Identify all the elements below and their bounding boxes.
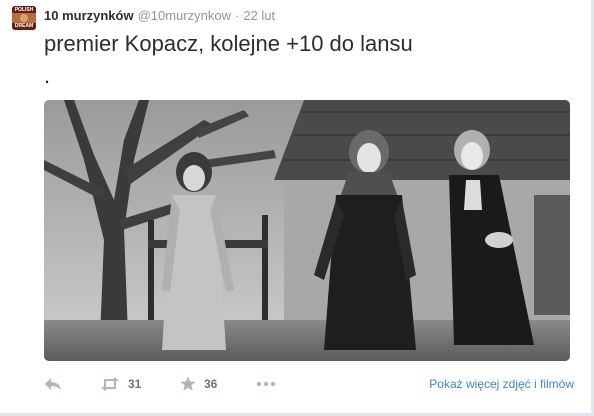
photo-image	[44, 100, 570, 361]
retweet-icon	[101, 377, 119, 391]
reply-button[interactable]	[44, 372, 62, 396]
show-more-media-link[interactable]: Pokaż więcej zdjęć i filmów	[429, 372, 574, 396]
tweet-text-line2: .	[44, 63, 51, 88]
avatar-text-top: POLISH	[14, 7, 34, 13]
favorite-button[interactable]: 36	[180, 372, 217, 396]
tweet-header: 10 murzynków @10murzynkow · 22 lut	[44, 6, 275, 24]
more-dots-icon	[256, 381, 276, 387]
tweet-photo[interactable]	[44, 100, 570, 361]
user-fullname[interactable]: 10 murzynków	[44, 8, 134, 23]
retweet-button[interactable]: 31	[100, 372, 141, 396]
avatar[interactable]: POLISH DREAM	[12, 6, 36, 30]
tweet-actions: 31 36 Pokaż więcej zdjęć i filmów	[44, 372, 574, 396]
reply-icon	[45, 378, 61, 390]
tweet-text: premier Kopacz, kolejne +10 do lansu	[44, 31, 413, 56]
tweet-timestamp[interactable]: 22 lut	[243, 8, 275, 23]
avatar-text-bottom: DREAM	[14, 23, 34, 29]
favorite-count: 36	[204, 377, 218, 391]
tweet-card[interactable]: POLISH DREAM 10 murzynków @10murzynkow ·…	[0, 0, 594, 416]
user-handle[interactable]: @10murzynkow	[138, 8, 231, 23]
more-button[interactable]	[256, 372, 276, 396]
star-icon	[180, 376, 196, 391]
header-separator: ·	[235, 7, 240, 23]
retweet-count: 31	[128, 377, 142, 391]
